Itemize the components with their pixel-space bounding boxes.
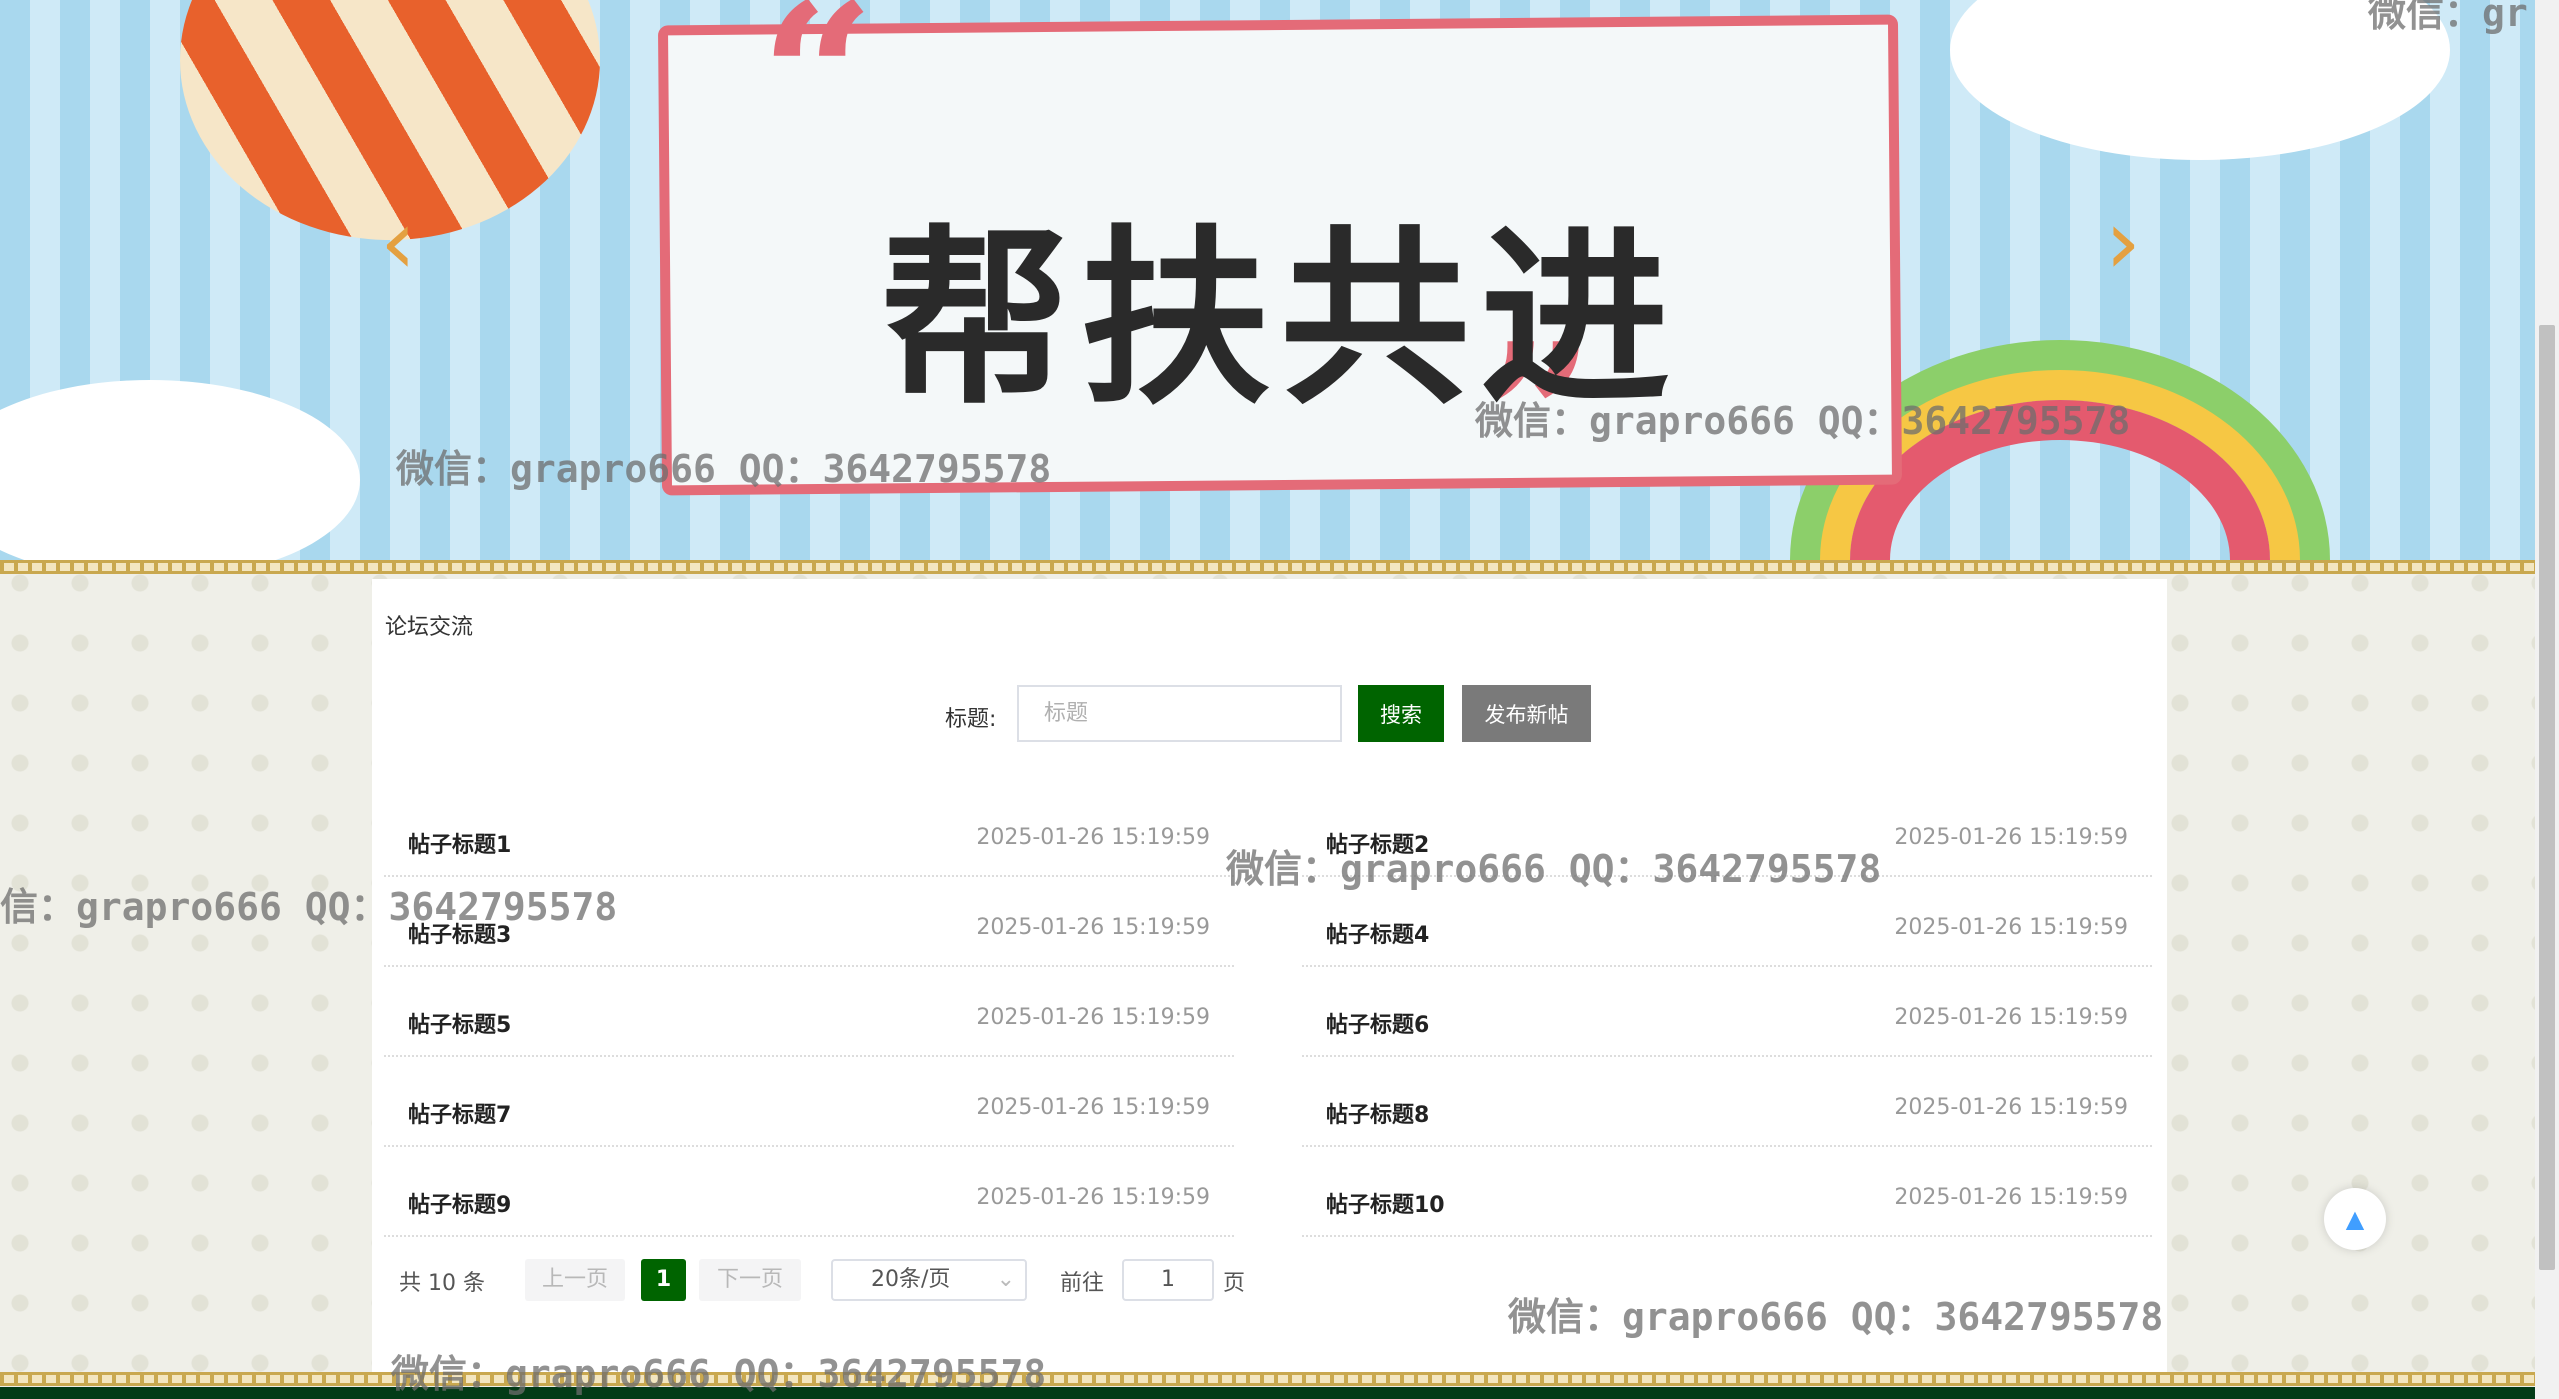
footer-bar: [0, 1387, 2535, 1399]
post-item[interactable]: 帖子标题1 2025-01-26 15:19:59: [384, 787, 1234, 877]
post-item[interactable]: 帖子标题4 2025-01-26 15:19:59: [1302, 877, 2152, 967]
page-1-button[interactable]: 1: [641, 1259, 686, 1301]
goto-page-input[interactable]: 1: [1122, 1259, 1214, 1301]
goto-label: 前往: [1060, 1271, 1105, 1296]
post-title[interactable]: 帖子标题4: [1326, 917, 1429, 949]
decorative-border-top: [0, 560, 2535, 574]
next-page-button[interactable]: 下一页: [699, 1259, 801, 1301]
scrollbar[interactable]: [2535, 0, 2559, 1399]
post-item[interactable]: 帖子标题5 2025-01-26 15:19:59: [384, 967, 1234, 1057]
post-title[interactable]: 帖子标题5: [408, 1007, 511, 1039]
section-title: 论坛交流: [385, 615, 474, 640]
back-to-top-button[interactable]: ▲: [2324, 1188, 2386, 1250]
post-item[interactable]: 帖子标题7 2025-01-26 15:19:59: [384, 1057, 1234, 1147]
total-count: 共 10 条: [399, 1271, 485, 1296]
post-date: 2025-01-26 15:19:59: [1894, 1005, 2128, 1030]
publish-post-button[interactable]: 发布新帖: [1462, 685, 1591, 742]
post-date: 2025-01-26 15:19:59: [976, 915, 1210, 940]
banner-carousel: “ ” 帮扶共进 ‹ ›: [0, 0, 2535, 563]
decorative-border-bottom: [0, 1372, 2535, 1386]
search-label: 标题:: [945, 707, 997, 732]
post-date: 2025-01-26 15:19:59: [1894, 1185, 2128, 1210]
post-item[interactable]: 帖子标题3 2025-01-26 15:19:59: [384, 877, 1234, 967]
scrollbar-thumb[interactable]: [2539, 325, 2555, 1270]
post-title[interactable]: 帖子标题3: [408, 917, 511, 949]
post-title[interactable]: 帖子标题10: [1326, 1187, 1445, 1219]
post-item[interactable]: 帖子标题10 2025-01-26 15:19:59: [1302, 1147, 2152, 1237]
post-date: 2025-01-26 15:19:59: [1894, 1095, 2128, 1120]
post-item[interactable]: 帖子标题8 2025-01-26 15:19:59: [1302, 1057, 2152, 1147]
chevron-down-icon: ⌄: [996, 1267, 1015, 1292]
post-title[interactable]: 帖子标题6: [1326, 1007, 1429, 1039]
post-date: 2025-01-26 15:19:59: [976, 1185, 1210, 1210]
post-title[interactable]: 帖子标题9: [408, 1187, 511, 1219]
banner-title: 帮扶共进: [880, 209, 1681, 430]
caret-up-icon: ▲: [2345, 1205, 2365, 1233]
goto-suffix: 页: [1223, 1271, 1246, 1296]
post-item[interactable]: 帖子标题9 2025-01-26 15:19:59: [384, 1147, 1234, 1237]
post-title[interactable]: 帖子标题8: [1326, 1097, 1429, 1129]
post-date: 2025-01-26 15:19:59: [1894, 915, 2128, 940]
post-item[interactable]: 帖子标题2 2025-01-26 15:19:59: [1302, 787, 2152, 877]
prev-page-button[interactable]: 上一页: [525, 1259, 625, 1301]
post-title[interactable]: 帖子标题1: [408, 827, 511, 859]
search-button[interactable]: 搜索: [1358, 685, 1444, 742]
post-date: 2025-01-26 15:19:59: [1894, 825, 2128, 850]
post-title[interactable]: 帖子标题2: [1326, 827, 1429, 859]
post-item[interactable]: 帖子标题6 2025-01-26 15:19:59: [1302, 967, 2152, 1057]
title-search-input[interactable]: [1017, 685, 1342, 742]
post-date: 2025-01-26 15:19:59: [976, 1095, 1210, 1120]
chevron-left-icon[interactable]: ‹: [380, 190, 416, 295]
pagination: 共 10 条 上一页 1 下一页 20条/页 ⌄ 前往 1 页: [372, 1259, 2167, 1319]
chevron-right-icon[interactable]: ›: [2105, 190, 2141, 295]
rainbow-illustration: [1850, 400, 2270, 563]
page-size-select[interactable]: 20条/页 ⌄: [831, 1259, 1027, 1301]
post-title[interactable]: 帖子标题7: [408, 1097, 511, 1129]
post-date: 2025-01-26 15:19:59: [976, 825, 1210, 850]
post-date: 2025-01-26 15:19:59: [976, 1005, 1210, 1030]
page-size-value: 20条/页: [871, 1267, 951, 1292]
forum-panel: 论坛交流 标题: 搜索 发布新帖 帖子标题1 2025-01-26 15:19:5…: [372, 579, 2167, 1379]
